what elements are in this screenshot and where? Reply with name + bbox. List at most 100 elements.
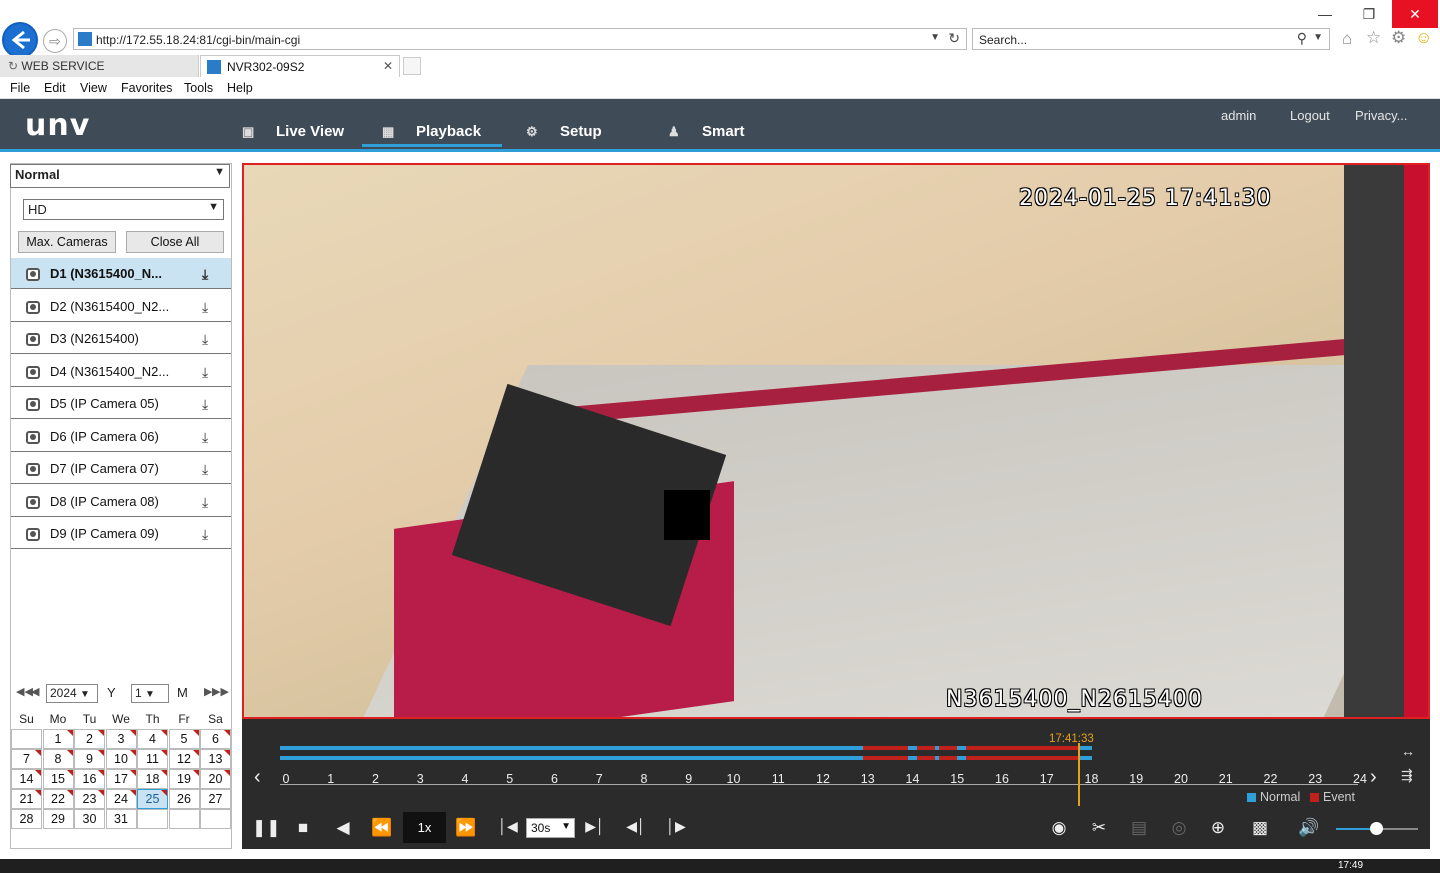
calendar-day[interactable]: 24	[105, 789, 137, 809]
interval-select[interactable]: 30s ▼	[526, 818, 575, 838]
dropdown-icon[interactable]: ▼	[930, 32, 940, 43]
timeline-prev-icon[interactable]: ‹	[254, 766, 261, 789]
menu-favorites[interactable]: Favorites	[121, 81, 172, 95]
menu-view[interactable]: View	[80, 81, 107, 95]
calendar-day[interactable]: 25	[137, 789, 168, 809]
tab-nvr[interactable]: NVR302-09S2 ✕	[200, 55, 400, 77]
video-viewport[interactable]: 2024-01-25 17:41:30 N3615400_N2615400	[242, 163, 1430, 719]
download-icon[interactable]: ⤓	[202, 266, 208, 283]
calendar-day[interactable]: 3	[105, 729, 137, 749]
search-input[interactable]: Search... ⚲ ▼	[972, 28, 1330, 50]
user-admin[interactable]: admin	[1221, 108, 1256, 123]
download-icon[interactable]: ⤓	[202, 494, 208, 511]
calendar-day[interactable]: 11	[137, 749, 168, 769]
menu-edit[interactable]: Edit	[44, 81, 66, 95]
camera-item[interactable]: D9 (IP Camera 09) ⤓	[11, 518, 231, 549]
digital-zoom-icon[interactable]: ◎	[1167, 818, 1191, 838]
search-icon[interactable]: ⚲	[1297, 30, 1307, 47]
calendar-day[interactable]: 19	[168, 769, 200, 789]
calendar-day[interactable]: 5	[168, 729, 200, 749]
event-record-bar[interactable]	[916, 756, 935, 760]
calendar-day[interactable]: 28	[11, 809, 42, 829]
prev-frame-button[interactable]: ◀│	[624, 818, 648, 835]
nav-setup[interactable]: ⚙ Setup	[526, 123, 602, 147]
menu-help[interactable]: Help	[227, 81, 253, 95]
skip-back-button[interactable]: │◀	[496, 818, 520, 835]
max-cameras-button[interactable]: Max. Cameras	[18, 231, 116, 253]
minimize-button[interactable]: —	[1302, 0, 1348, 28]
calendar-day[interactable]: 29	[42, 809, 74, 829]
menu-file[interactable]: File	[10, 81, 30, 95]
menu-tools[interactable]: Tools	[184, 81, 213, 95]
calendar-day[interactable]: 18	[137, 769, 168, 789]
close-tab-icon[interactable]: ✕	[383, 59, 393, 73]
volume-icon[interactable]: 🔊	[1297, 818, 1321, 838]
download-icon[interactable]: ⤓	[202, 299, 208, 316]
forward-button[interactable]: ⇨	[43, 29, 67, 53]
fast-button[interactable]: ⏩	[454, 818, 478, 838]
calendar-day[interactable]: 26	[168, 789, 200, 809]
clip-icon[interactable]: ✂	[1087, 818, 1111, 838]
download-icon[interactable]: ⤓	[202, 331, 208, 348]
event-record-bar[interactable]	[966, 756, 1079, 760]
download-icon[interactable]: ⤓	[202, 526, 208, 543]
slow-button[interactable]: ⏪	[370, 818, 394, 838]
reverse-play-button[interactable]: ◀	[331, 818, 355, 838]
month-select[interactable]: 1 ▼	[131, 684, 169, 703]
calendar-day[interactable]: 21	[11, 789, 42, 809]
nav-live-view[interactable]: ▣ Live View	[242, 123, 344, 147]
save-icon[interactable]: ▤	[1127, 818, 1151, 838]
calendar-day[interactable]: 6	[200, 729, 231, 749]
favorites-star-icon[interactable]: ☆	[1366, 28, 1381, 48]
event-record-bar[interactable]	[939, 756, 958, 760]
next-year-icon[interactable]: ▶▶	[212, 685, 229, 698]
snapshot-icon[interactable]: ◉	[1047, 818, 1071, 838]
event-record-bar[interactable]	[863, 746, 909, 750]
calendar-day[interactable]: 4	[137, 729, 168, 749]
calendar-day[interactable]: 8	[42, 749, 74, 769]
camera-item[interactable]: D5 (IP Camera 05) ⤓	[11, 388, 231, 419]
camera-item[interactable]: D2 (N3615400_N2... ⤓	[11, 291, 231, 322]
camera-item[interactable]: D6 (IP Camera 06) ⤓	[11, 421, 231, 452]
year-select[interactable]: 2024 ▼	[46, 684, 98, 703]
download-icon[interactable]: ⤓	[202, 364, 208, 381]
event-record-bar[interactable]	[863, 756, 909, 760]
prev-month-icon[interactable]: ◀	[31, 685, 39, 698]
tab-web-service[interactable]: ↻ WEB SERVICE	[0, 55, 199, 77]
download-icon[interactable]: ⤓	[202, 461, 208, 478]
calendar-day[interactable]: 22	[42, 789, 74, 809]
next-frame-button[interactable]: │▶	[664, 818, 688, 835]
calendar-day[interactable]: 1	[42, 729, 74, 749]
stop-button[interactable]: ■	[291, 818, 315, 838]
calendar-day[interactable]: 16	[74, 769, 105, 789]
nav-playback[interactable]: ▦ Playback	[362, 123, 502, 147]
skip-forward-button[interactable]: ▶│	[583, 818, 607, 835]
volume-slider[interactable]	[1336, 822, 1418, 835]
pause-button[interactable]: ❚❚	[252, 818, 281, 838]
event-record-bar[interactable]	[939, 746, 958, 750]
event-record-bar[interactable]	[916, 746, 935, 750]
zoom-in-icon[interactable]: ⇶	[1401, 767, 1413, 784]
camera-item[interactable]: D1 (N3615400_N... ⤓	[11, 258, 231, 289]
logout-link[interactable]: Logout	[1290, 108, 1330, 123]
volume-knob[interactable]	[1370, 822, 1383, 835]
calendar-day[interactable]: 17	[105, 769, 137, 789]
calendar-day[interactable]: 7	[11, 749, 42, 769]
privacy-link[interactable]: Privacy...	[1355, 108, 1408, 123]
address-bar[interactable]: http://172.55.18.24:81/cgi-bin/main-cgi …	[73, 28, 967, 50]
close-all-button[interactable]: Close All	[126, 231, 224, 253]
home-icon[interactable]: ⌂	[1342, 29, 1352, 49]
timeline-next-icon[interactable]: ›	[1370, 766, 1377, 789]
calendar-day[interactable]: 20	[200, 769, 231, 789]
calendar-day[interactable]: 14	[11, 769, 42, 789]
smart-search-icon[interactable]: ▩	[1248, 818, 1272, 838]
camera-item[interactable]: D4 (N3615400_N2... ⤓	[11, 356, 231, 387]
close-window-button[interactable]: ✕	[1392, 0, 1438, 28]
calendar-day[interactable]: 12	[168, 749, 200, 769]
stream-select[interactable]: HD ▼	[23, 199, 224, 220]
nav-smart[interactable]: ♟ Smart	[668, 123, 745, 147]
restore-button[interactable]: ❐	[1346, 0, 1392, 28]
camera-item[interactable]: D8 (IP Camera 08) ⤓	[11, 486, 231, 517]
dropdown-icon[interactable]: ▼	[1313, 32, 1323, 43]
calendar-day[interactable]: 23	[74, 789, 105, 809]
